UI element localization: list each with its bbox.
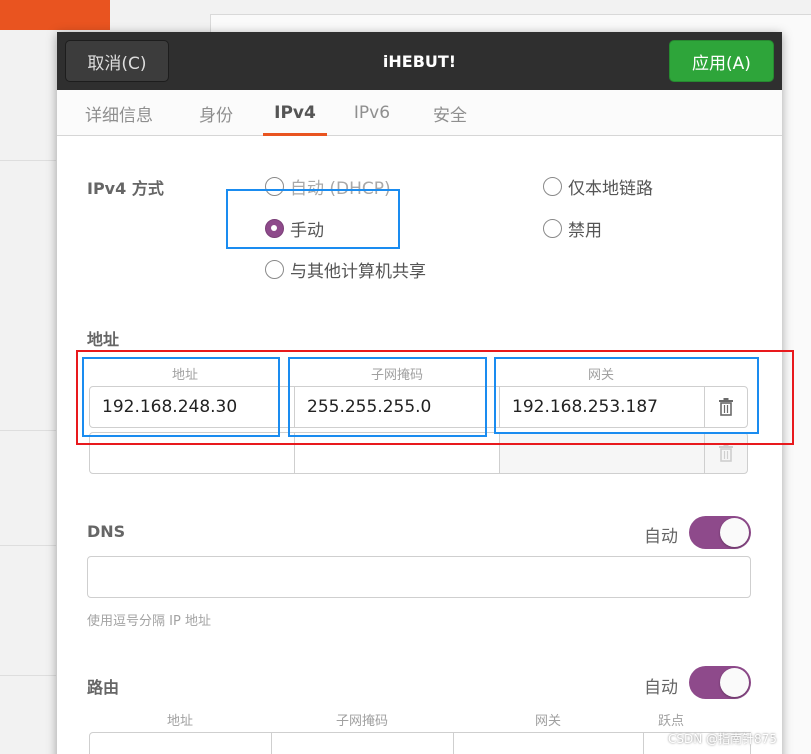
route-netmask-input[interactable] xyxy=(271,732,454,754)
trash-icon xyxy=(719,398,733,416)
network-settings-dialog: 取消(C) iHEBUT! 应用(A) 详细信息 身份 IPv4 IPv6 安全… xyxy=(57,32,782,754)
radio-circle xyxy=(265,260,284,279)
gateway-input[interactable]: 192.168.253.187 xyxy=(499,386,705,428)
background-window-accent xyxy=(0,0,110,30)
delete-address-button-empty xyxy=(704,432,748,474)
routes-label: 路由 xyxy=(87,678,120,697)
background-divider xyxy=(0,545,56,546)
routes-auto-label: 自动 xyxy=(644,678,678,698)
addresses-section-label: 地址 xyxy=(87,330,120,349)
radio-circle xyxy=(265,177,284,196)
radio-circle xyxy=(543,177,562,196)
radio-label: 与其他计算机共享 xyxy=(290,262,426,282)
radio-link-local[interactable]: 仅本地链路 xyxy=(543,174,653,199)
address-input-empty[interactable] xyxy=(89,432,295,474)
radio-label: 手动 xyxy=(290,221,324,241)
apply-button[interactable]: 应用(A) xyxy=(669,40,774,82)
route-column-header-gateway: 网关 xyxy=(534,714,561,729)
netmask-input-empty[interactable] xyxy=(294,432,500,474)
background-divider xyxy=(0,675,56,676)
toggle-knob xyxy=(720,668,749,697)
route-column-header-metric: 跃点 xyxy=(657,714,684,729)
tab-details[interactable]: 详细信息 xyxy=(75,90,163,136)
radio-manual[interactable]: 手动 xyxy=(265,216,324,241)
background-divider xyxy=(0,430,56,431)
dialog-titlebar: 取消(C) iHEBUT! 应用(A) xyxy=(57,32,782,90)
tab-bar: 详细信息 身份 IPv4 IPv6 安全 xyxy=(57,90,782,136)
toggle-knob xyxy=(720,518,749,547)
radio-label: 仅本地链路 xyxy=(568,179,653,199)
radio-disabled[interactable]: 禁用 xyxy=(543,216,602,241)
background-divider xyxy=(0,160,56,161)
column-header-gateway: 网关 xyxy=(587,368,614,383)
dns-auto-label: 自动 xyxy=(644,527,678,547)
dns-label: DNS xyxy=(87,522,126,541)
radio-circle xyxy=(543,219,562,238)
watermark-text: CSDN @指南针875 xyxy=(668,732,777,746)
dns-hint: 使用逗号分隔 IP 地址 xyxy=(87,614,211,629)
tab-identity[interactable]: 身份 xyxy=(187,90,245,136)
column-header-netmask: 子网掩码 xyxy=(370,368,423,383)
tab-ipv6[interactable]: IPv6 xyxy=(343,90,401,136)
dns-input[interactable] xyxy=(87,556,751,598)
route-gateway-input[interactable] xyxy=(453,732,644,754)
radio-label: 禁用 xyxy=(568,221,602,241)
radio-auto-dhcp[interactable]: 自动 (DHCP) xyxy=(265,174,391,199)
dns-auto-toggle[interactable] xyxy=(689,516,751,549)
route-column-header-netmask: 子网掩码 xyxy=(335,714,388,729)
routes-auto-toggle[interactable] xyxy=(689,666,751,699)
cancel-button[interactable]: 取消(C) xyxy=(65,40,169,82)
route-column-header-address: 地址 xyxy=(166,714,193,729)
column-header-address: 地址 xyxy=(171,368,198,383)
tab-ipv4[interactable]: IPv4 xyxy=(263,90,327,136)
radio-label: 自动 (DHCP) xyxy=(290,179,391,199)
route-address-input[interactable] xyxy=(89,732,272,754)
delete-address-button[interactable] xyxy=(704,386,748,428)
trash-icon xyxy=(719,444,733,462)
ipv4-method-label: IPv4 方式 xyxy=(87,179,164,198)
address-input[interactable]: 192.168.248.30 xyxy=(89,386,295,428)
radio-circle-checked xyxy=(265,219,284,238)
tab-security[interactable]: 安全 xyxy=(421,90,479,136)
gateway-input-empty[interactable] xyxy=(499,432,705,474)
netmask-input[interactable]: 255.255.255.0 xyxy=(294,386,500,428)
radio-share[interactable]: 与其他计算机共享 xyxy=(265,257,426,282)
